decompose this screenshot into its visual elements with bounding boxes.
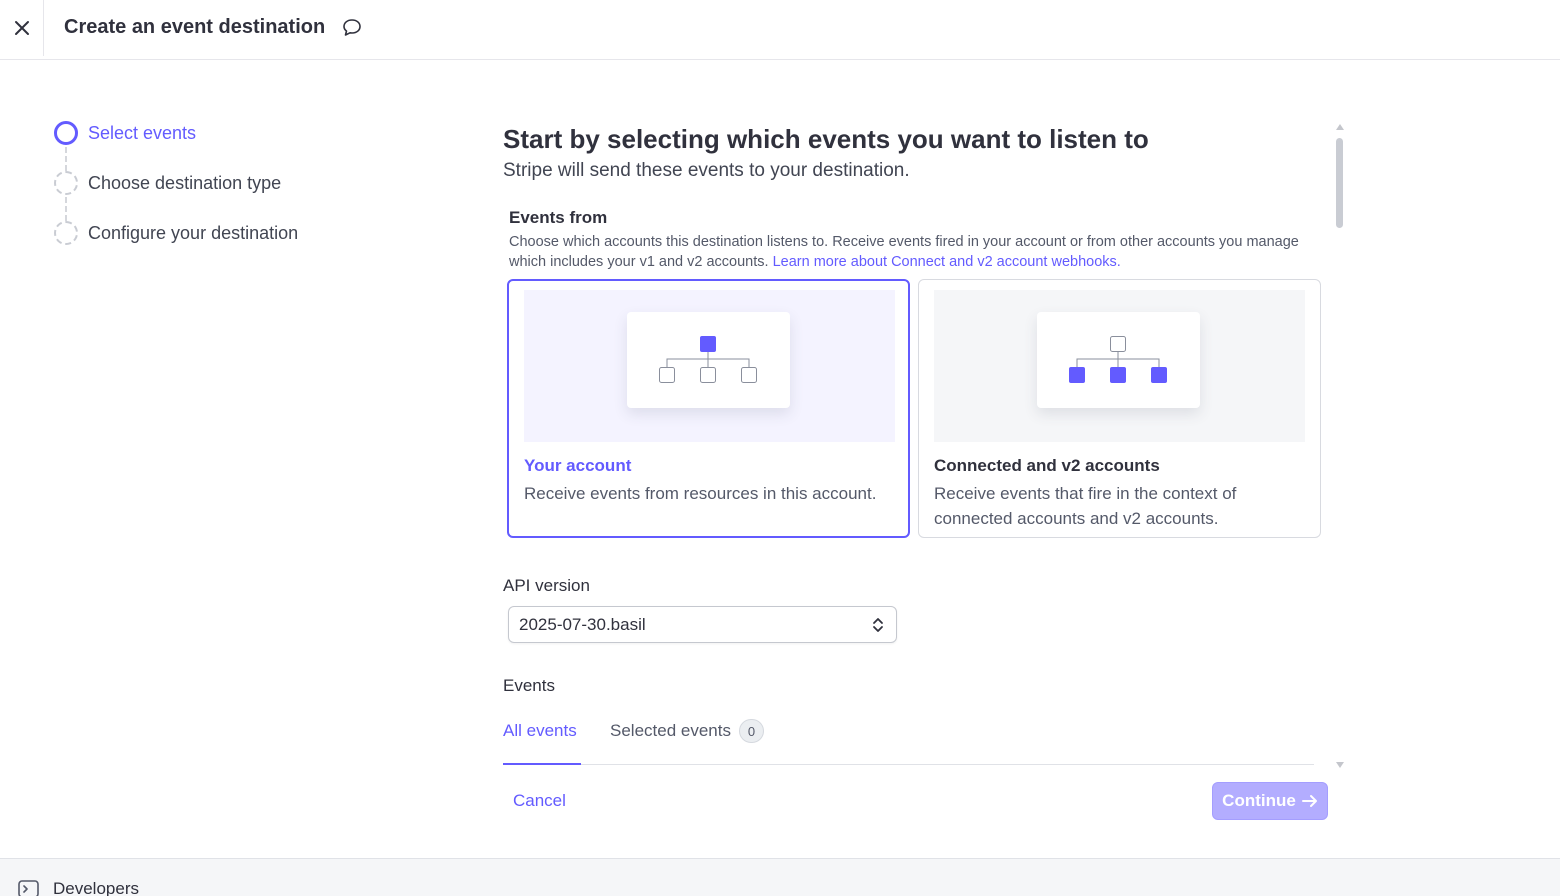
api-version-value: 2025-07-30.basil	[519, 614, 646, 634]
events-from-label: Events from	[509, 208, 608, 227]
terminal-icon	[18, 880, 39, 896]
continue-button[interactable]: Continue	[1212, 782, 1328, 820]
account-tree-icon	[659, 336, 757, 383]
close-icon	[14, 21, 29, 35]
your-account-card[interactable]: Your account Receive events from resourc…	[507, 279, 910, 538]
page-header-title: Create an event destination	[64, 16, 326, 38]
tab-all-events[interactable]: All events	[503, 721, 581, 765]
connect-webhooks-link[interactable]: Learn more about Connect and v2 account …	[773, 254, 1121, 270]
footer-label: Developers	[53, 879, 139, 896]
connected-tree-icon	[1069, 336, 1167, 383]
card-title: Your account	[524, 456, 632, 475]
api-version-label: API version	[503, 576, 590, 595]
page-title: Start by selecting which events you want…	[503, 124, 1149, 154]
step-label: Choose destination type	[88, 173, 282, 193]
scrollbar-thumb[interactable]	[1336, 138, 1343, 228]
events-label: Events	[503, 676, 555, 695]
card-description: Receive events from resources in this ac…	[524, 484, 877, 503]
step-label: Select events	[88, 123, 197, 143]
developers-footer[interactable]: Developers	[0, 858, 1560, 896]
card-title: Connected and v2 accounts	[934, 456, 1160, 475]
tab-label: Selected events	[610, 721, 731, 740]
events-from-description: Choose which accounts this destination l…	[509, 232, 1299, 272]
connected-accounts-card[interactable]: Connected and v2 accounts Receive events…	[918, 279, 1321, 538]
account-hierarchy-illustration	[1037, 312, 1200, 408]
continue-label: Continue	[1222, 791, 1296, 810]
scroll-down-arrow-icon[interactable]	[1336, 762, 1344, 768]
account-hierarchy-illustration	[627, 312, 790, 408]
tab-label: All events	[503, 721, 577, 740]
connected-accounts-illustration	[934, 290, 1305, 442]
scrollbar[interactable]	[1335, 124, 1345, 768]
step-configure-destination: Configure your destination	[54, 221, 298, 271]
close-button[interactable]	[0, 0, 44, 56]
step-connector	[65, 197, 67, 221]
events-tabs: All events Selected events 0	[503, 715, 1314, 765]
chevron-up-down-icon	[873, 618, 883, 632]
arrow-right-icon	[1301, 795, 1317, 807]
step-select-events: Select events	[54, 121, 298, 171]
scroll-up-arrow-icon[interactable]	[1336, 124, 1344, 130]
your-account-illustration	[524, 290, 895, 442]
stepper: Select events Choose destination type Co…	[54, 121, 298, 271]
step-indicator-active	[54, 121, 78, 145]
tab-selected-events[interactable]: Selected events 0	[610, 719, 764, 743]
chat-bubble-icon[interactable]	[341, 17, 363, 39]
step-indicator-pending	[54, 221, 78, 245]
step-label: Configure your destination	[88, 223, 299, 243]
step-connector	[65, 147, 67, 171]
cancel-button[interactable]: Cancel	[513, 791, 566, 811]
header: Create an event destination	[0, 0, 1560, 60]
selected-count-badge: 0	[738, 719, 764, 743]
api-version-select[interactable]: 2025-07-30.basil	[508, 606, 897, 643]
step-indicator-pending	[54, 171, 78, 195]
page-subtitle: Stripe will send these events to your de…	[503, 160, 910, 181]
card-description: Receive events that fire in the context …	[934, 484, 1237, 528]
step-choose-destination-type: Choose destination type	[54, 171, 298, 221]
